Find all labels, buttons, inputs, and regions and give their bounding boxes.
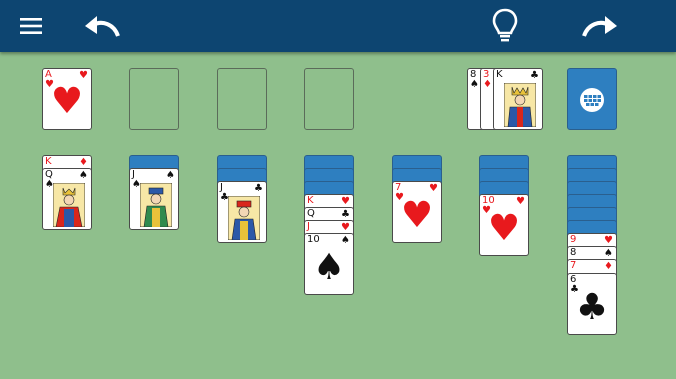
card-suit-corner: ♦ bbox=[79, 157, 88, 168]
jack-portrait-icon bbox=[140, 183, 172, 227]
card-suit-corner: ♥ bbox=[341, 222, 350, 233]
lightbulb-icon bbox=[492, 8, 518, 42]
heart-icon: ♥ bbox=[400, 195, 434, 236]
tableau-3-jack-clubs[interactable]: J ♣ ♣ bbox=[217, 181, 267, 243]
card-suit-corner: ♥ bbox=[341, 196, 350, 207]
card-rank: K bbox=[307, 195, 314, 206]
card-suit-corner: ♣ bbox=[530, 70, 539, 81]
card-suit-corner: ♥ bbox=[604, 235, 613, 246]
card-rank: Q bbox=[307, 208, 315, 219]
king-portrait-icon bbox=[504, 83, 536, 127]
card-rank: K bbox=[45, 156, 52, 167]
card-suit-corner: ♠ bbox=[166, 170, 175, 181]
card-suit-small: ♠ bbox=[470, 79, 479, 90]
heart-icon: ♥ bbox=[487, 208, 521, 249]
hint-button[interactable] bbox=[483, 6, 527, 46]
card-suit-corner: ♦ bbox=[604, 261, 613, 272]
card-rank: 9 bbox=[570, 234, 577, 245]
toolbar bbox=[0, 0, 676, 52]
card-suit-corner: ♣ bbox=[254, 183, 263, 194]
club-icon: ♣ bbox=[575, 287, 609, 328]
tableau-1-queen-spades[interactable]: Q ♠ ♠ bbox=[42, 168, 92, 230]
stock-pile[interactable] bbox=[567, 68, 617, 130]
jack-portrait-icon bbox=[228, 196, 260, 240]
tableau-2-jack-spades[interactable]: J ♠ ♠ bbox=[129, 168, 179, 230]
undo-button[interactable] bbox=[80, 6, 124, 46]
waste-card-king-clubs[interactable]: K ♣ bbox=[493, 68, 543, 130]
card-suit-corner: ♠ bbox=[79, 170, 88, 181]
queen-portrait-icon bbox=[53, 183, 85, 227]
card-suit-corner: ♠ bbox=[341, 235, 350, 246]
heart-icon: ♥ bbox=[50, 81, 84, 122]
redo-arrow-icon bbox=[582, 16, 617, 37]
card-rank: K bbox=[496, 69, 503, 80]
foundation-2-empty-slot[interactable] bbox=[129, 68, 179, 130]
card-suit-small: ♦ bbox=[483, 79, 492, 90]
tableau-4-ten-spades[interactable]: 10 ♠ ♠ bbox=[304, 233, 354, 295]
tableau-6-ten-hearts[interactable]: 10 ♥ ♥ ♥ bbox=[479, 194, 529, 256]
card-rank: J bbox=[307, 221, 310, 232]
foundation-4-empty-slot[interactable] bbox=[304, 68, 354, 130]
card-rank: 7 bbox=[570, 260, 577, 271]
card-suit-corner: ♥ bbox=[79, 70, 88, 81]
redo-button[interactable] bbox=[578, 6, 622, 46]
tableau-7-six-clubs[interactable]: 6 ♣ ♣ bbox=[567, 273, 617, 335]
undo-arrow-icon bbox=[85, 16, 120, 37]
card-rank: 8 bbox=[570, 247, 577, 258]
menu-button[interactable] bbox=[9, 6, 53, 46]
card-rank: 10 bbox=[307, 234, 320, 245]
card-suit-corner: ♥ bbox=[516, 196, 525, 207]
card-suit-corner: ♠ bbox=[604, 248, 613, 259]
card-suit-corner: ♥ bbox=[429, 183, 438, 194]
card-suit-corner: ♣ bbox=[341, 209, 350, 220]
deck-dots-icon bbox=[580, 88, 604, 112]
hamburger-icon bbox=[20, 18, 42, 34]
foundation-1-ace-of-hearts[interactable]: A ♥ ♥ ♥ bbox=[42, 68, 92, 130]
tableau-5-seven-hearts[interactable]: 7 ♥ ♥ ♥ bbox=[392, 181, 442, 243]
foundation-3-empty-slot[interactable] bbox=[217, 68, 267, 130]
spade-icon: ♠ bbox=[312, 247, 346, 288]
